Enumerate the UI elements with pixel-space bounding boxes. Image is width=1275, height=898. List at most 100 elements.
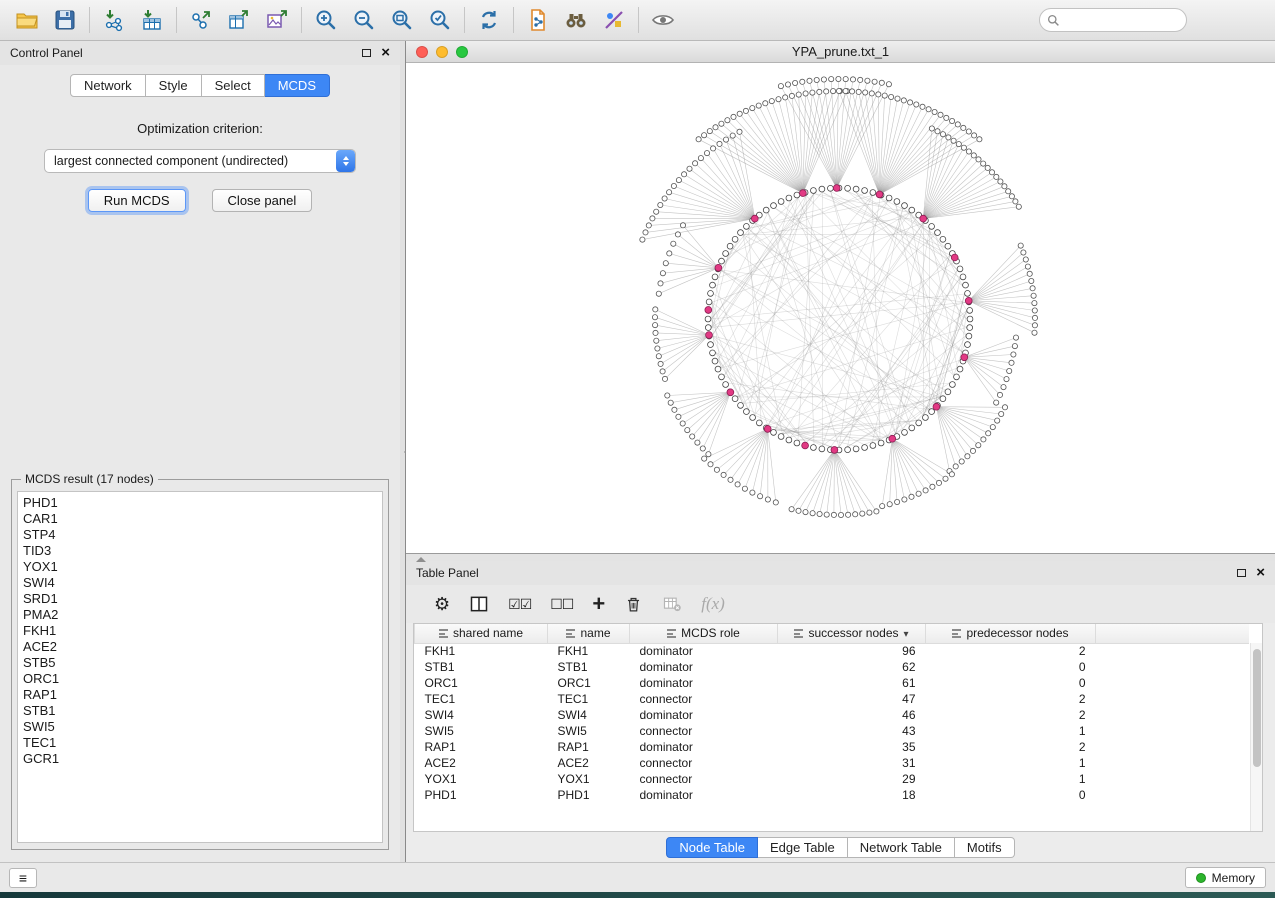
mcds-result-item[interactable]: YOX1 [23, 559, 377, 575]
column-settings-gear-icon[interactable]: ⚙ [434, 595, 450, 613]
table-cell[interactable]: 29 [778, 771, 926, 787]
table-cell[interactable]: dominator [630, 739, 778, 755]
table-cell[interactable]: TEC1 [548, 691, 630, 707]
table-cell[interactable]: 2 [926, 739, 1096, 755]
table-row[interactable]: PHD1PHD1dominator180 [415, 787, 1250, 803]
table-cell[interactable]: dominator [630, 787, 778, 803]
table-cell[interactable]: 0 [926, 787, 1096, 803]
column-header-predecessor-nodes[interactable]: predecessor nodes [926, 624, 1096, 643]
table-cell[interactable]: SWI4 [548, 707, 630, 723]
maximize-window-light[interactable] [456, 46, 468, 58]
mcds-result-item[interactable]: ACE2 [23, 639, 377, 655]
table-row[interactable]: SWI4SWI4dominator462 [415, 707, 1250, 723]
network-window-titlebar[interactable]: YPA_prune.txt_1 [406, 41, 1275, 63]
open-file-button[interactable] [8, 3, 46, 37]
apply-layout-button[interactable] [470, 3, 508, 37]
table-cell[interactable]: ORC1 [548, 675, 630, 691]
mcds-result-item[interactable]: STP4 [23, 527, 377, 543]
column-header-shared-name[interactable]: shared name [415, 624, 548, 643]
optimization-criterion-select[interactable]: largest connected component (undirected) [44, 149, 356, 173]
mcds-result-item[interactable]: FKH1 [23, 623, 377, 639]
minimize-window-light[interactable] [436, 46, 448, 58]
table-cell[interactable]: TEC1 [415, 691, 548, 707]
table-cell[interactable]: 47 [778, 691, 926, 707]
network-graph[interactable] [406, 63, 1275, 553]
mcds-result-list[interactable]: PHD1CAR1STP4TID3YOX1SWI4SRD1PMA2FKH1ACE2… [17, 491, 383, 843]
table-cell[interactable]: FKH1 [415, 643, 548, 659]
table-cell[interactable]: 1 [926, 755, 1096, 771]
mcds-result-item[interactable]: SWI5 [23, 719, 377, 735]
table-cell[interactable]: SWI5 [415, 723, 548, 739]
table-cell[interactable]: dominator [630, 659, 778, 675]
table-row[interactable]: FKH1FKH1dominator962 [415, 643, 1250, 659]
table-cell[interactable]: 43 [778, 723, 926, 739]
chevron-down-icon[interactable]: ▾ [904, 629, 909, 640]
zoom-in-button[interactable] [307, 3, 345, 37]
horizontal-splitter[interactable] [406, 554, 1275, 561]
mcds-result-item[interactable]: TID3 [23, 543, 377, 559]
tab-select[interactable]: Select [202, 74, 265, 97]
table-cell[interactable]: 62 [778, 659, 926, 675]
mcds-result-item[interactable]: RAP1 [23, 687, 377, 703]
table-cell[interactable]: 0 [926, 675, 1096, 691]
table-row[interactable]: TEC1TEC1connector472 [415, 691, 1250, 707]
network-canvas[interactable] [406, 63, 1275, 553]
export-table-button[interactable] [220, 3, 258, 37]
apply-style-button[interactable] [595, 3, 633, 37]
close-panel-icon[interactable]: × [381, 47, 390, 59]
close-table-panel-icon[interactable]: × [1256, 567, 1265, 579]
memory-button[interactable]: Memory [1185, 867, 1266, 888]
table-cell[interactable]: 2 [926, 691, 1096, 707]
tab-edge-table[interactable]: Edge Table [758, 837, 848, 858]
mcds-result-item[interactable]: SRD1 [23, 591, 377, 607]
find-button[interactable] [557, 3, 595, 37]
table-cell[interactable]: dominator [630, 675, 778, 691]
import-table-button[interactable] [133, 3, 171, 37]
mcds-result-item[interactable]: SWI4 [23, 575, 377, 591]
mcds-result-item[interactable]: STB5 [23, 655, 377, 671]
table-cell[interactable]: 2 [926, 707, 1096, 723]
table-row[interactable]: RAP1RAP1dominator352 [415, 739, 1250, 755]
table-cell[interactable]: STB1 [415, 659, 548, 675]
table-row[interactable]: ACE2ACE2connector311 [415, 755, 1250, 771]
float-table-panel-icon[interactable] [1237, 569, 1246, 577]
share-document-button[interactable] [519, 3, 557, 37]
mcds-result-item[interactable]: ORC1 [23, 671, 377, 687]
mcds-result-item[interactable]: GCR1 [23, 751, 377, 767]
zoom-out-button[interactable] [345, 3, 383, 37]
table-cell[interactable]: 31 [778, 755, 926, 771]
show-columns-icon[interactable] [469, 594, 489, 614]
vertical-splitter[interactable] [400, 41, 405, 862]
table-row[interactable]: ORC1ORC1dominator610 [415, 675, 1250, 691]
mcds-result-item[interactable]: PHD1 [23, 495, 377, 511]
save-session-button[interactable] [46, 3, 84, 37]
table-cell[interactable]: FKH1 [548, 643, 630, 659]
table-cell[interactable]: 35 [778, 739, 926, 755]
table-scrollbar[interactable] [1250, 643, 1262, 831]
table-cell[interactable]: PHD1 [548, 787, 630, 803]
table-cell[interactable]: 2 [926, 643, 1096, 659]
table-cell[interactable]: dominator [630, 643, 778, 659]
table-cell[interactable]: SWI4 [415, 707, 548, 723]
search-field[interactable] [1039, 8, 1187, 32]
table-cell[interactable]: STB1 [548, 659, 630, 675]
column-header-MCDS-role[interactable]: MCDS role [630, 624, 778, 643]
table-row[interactable]: SWI5SWI5connector431 [415, 723, 1250, 739]
table-cell[interactable]: connector [630, 691, 778, 707]
zoom-selected-button[interactable] [421, 3, 459, 37]
table-row[interactable]: STB1STB1dominator620 [415, 659, 1250, 675]
mcds-result-item[interactable]: PMA2 [23, 607, 377, 623]
table-cell[interactable]: connector [630, 723, 778, 739]
tab-node-table[interactable]: Node Table [666, 837, 758, 858]
close-window-light[interactable] [416, 46, 428, 58]
table-cell[interactable]: SWI5 [548, 723, 630, 739]
table-cell[interactable]: ACE2 [415, 755, 548, 771]
table-cell[interactable]: 1 [926, 771, 1096, 787]
table-cell[interactable]: ACE2 [548, 755, 630, 771]
tab-mcds[interactable]: MCDS [265, 74, 330, 97]
show-graphics-details-button[interactable] [644, 3, 682, 37]
table-cell[interactable]: 0 [926, 659, 1096, 675]
column-header-name[interactable]: name [548, 624, 630, 643]
run-mcds-button[interactable]: Run MCDS [88, 189, 186, 212]
select-all-icon[interactable]: ☑☑ [508, 597, 531, 611]
